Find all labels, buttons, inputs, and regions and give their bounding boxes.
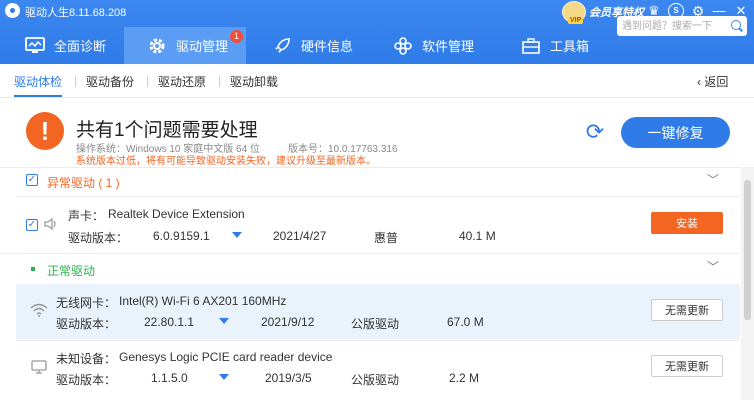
version-label: 驱动版本： [68,231,129,245]
normal-section-header[interactable] [0,253,740,281]
no-update-button[interactable]: 无需更新 [651,299,723,321]
driver-version: 6.0.9159.1 [153,229,210,243]
rocket-icon [271,37,293,55]
search-input[interactable] [617,16,747,36]
version-dropdown-icon[interactable] [219,374,229,380]
tab-driver-uninstall[interactable]: 驱动卸载 [230,73,278,90]
device-name: Intel(R) Wi-Fi 6 AX201 160MHz [119,294,287,308]
chevron-down-icon[interactable]: ﹀ [706,260,720,274]
nav-label: 工具箱 [550,39,590,54]
device-type: 无线网卡： [56,296,117,310]
vip-badge: VIP [568,17,584,24]
version-dropdown-icon[interactable] [232,232,242,238]
device-name: Genesys Logic PCIE card reader device [119,350,333,364]
version-dropdown-icon[interactable] [219,318,229,324]
back-label: 返回 [704,75,729,89]
driver-size: 40.1 M [459,229,496,243]
nav-item-driver[interactable]: 驱动管理 1 [124,27,246,64]
monitor-icon [24,36,46,55]
app-logo-icon [5,3,20,18]
refresh-icon[interactable]: ⟳ [583,120,607,144]
device-icon [31,360,47,377]
device-type: 声卡： [68,209,105,223]
driver-date: 2021/4/27 [273,229,327,243]
tab-divider [219,76,220,87]
nav-label: 驱动管理 [176,39,229,54]
driver-vendor: 惠普 [374,231,399,245]
tab-driver-restore[interactable]: 驱动还原 [158,73,206,90]
search-icon[interactable] [731,20,741,30]
version-label: 驱动版本： [56,373,117,387]
driver-date: 2021/9/12 [261,315,315,329]
driver-vendor: 公版驱动 [351,317,400,331]
tab-divider [75,76,76,87]
no-update-button[interactable]: 无需更新 [651,355,723,377]
driver-date: 2019/3/5 [265,371,312,385]
section-bullet [31,267,35,271]
version-label: 驱动版本： [56,317,117,331]
toolbox-icon [520,37,542,55]
page-title: 共有1个问题需要处理 [76,120,258,141]
warning-icon: ! [26,112,64,150]
apps-icon [392,36,414,55]
tab-driver-check[interactable]: 驱动体检 [14,73,62,90]
nav-label: 软件管理 [422,39,475,54]
gear-icon [146,37,168,55]
normal-section-title: 正常驱动 [47,264,96,278]
tab-divider [147,76,148,87]
tab-driver-backup[interactable]: 驱动备份 [86,73,134,90]
driver-vendor: 公版驱动 [351,373,400,387]
device-type: 未知设备： [56,352,117,366]
one-click-fix-button[interactable]: 一键修复 [621,117,730,148]
install-button[interactable]: 安装 [651,212,723,234]
abnormal-section-title: 异常驱动 ( 1 ) [47,176,120,190]
nav-badge: 1 [230,30,243,43]
nav-item-software[interactable]: 软件管理 [392,27,474,64]
nav-label: 全面诊断 [54,39,107,54]
nav-item-hardware[interactable]: 硬件信息 [271,27,353,64]
active-tab-indicator [14,95,62,97]
checkbox-checked-icon[interactable]: ✓ [26,174,38,186]
app-title: 驱动人生8.11.68.208 [25,7,127,19]
scrollbar-thumb[interactable] [744,180,751,320]
sub-tabs: 驱动体检 驱动备份 驱动还原 驱动卸载 ‹ 返回 [0,64,754,98]
nav-label: 硬件信息 [301,39,354,54]
checkbox-checked-icon[interactable]: ✓ [26,219,38,231]
driver-version: 1.1.5.0 [151,371,188,385]
driver-size: 2.2 M [449,371,480,385]
driver-size: 67.0 M [447,315,484,329]
wifi-icon [30,303,48,320]
device-name: Realtek Device Extension [108,207,245,221]
driver-version: 22.80.1.1 [144,315,195,329]
os-warning: 系统版本过低，将有可能导致驱动安装失败，建议升级至最新版本。 [76,156,376,167]
nav-item-toolbox[interactable]: 工具箱 [520,27,589,64]
nav-item-diagnosis[interactable]: 全面诊断 [24,27,106,64]
back-link[interactable]: ‹ 返回 [697,73,728,90]
chevron-down-icon[interactable]: ﹀ [706,173,720,187]
speaker-icon [43,216,59,235]
